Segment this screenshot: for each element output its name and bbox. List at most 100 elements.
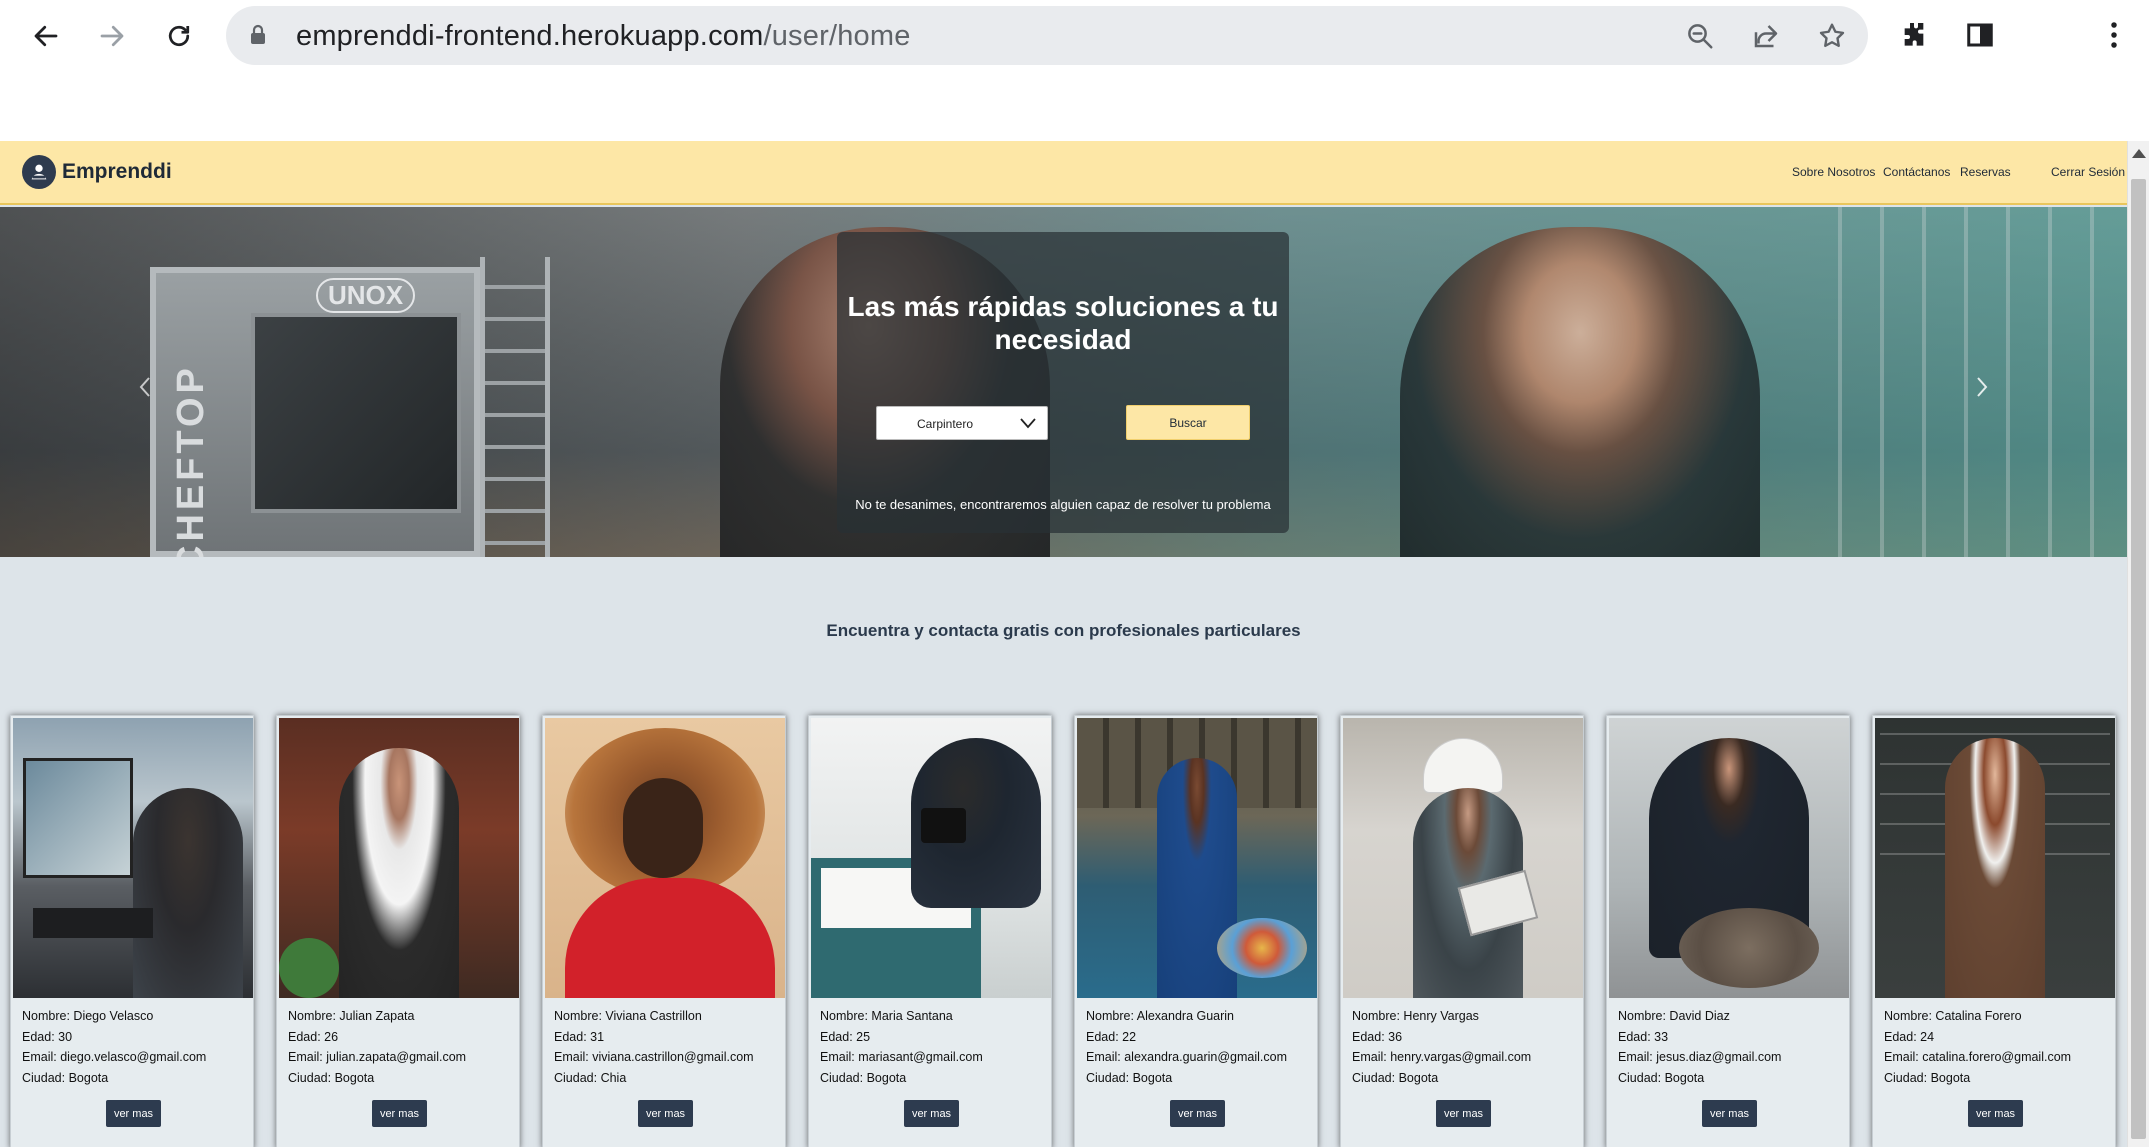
profile-name: Alexandra Guarin bbox=[1136, 1009, 1235, 1023]
city-label: Ciudad: bbox=[820, 1070, 864, 1085]
name-label: Nombre: bbox=[22, 1009, 70, 1023]
profile-card: Nombre: Julian Zapata Edad: 26 Email: ju… bbox=[276, 715, 520, 1147]
zoom-icon[interactable] bbox=[1682, 18, 1718, 54]
profile-name: Catalina Forero bbox=[1935, 1009, 2022, 1023]
browser-menu-icon[interactable] bbox=[2094, 15, 2134, 55]
name-label: Nombre: bbox=[1086, 1009, 1134, 1023]
profile-age: 36 bbox=[1388, 1029, 1403, 1044]
search-button[interactable]: Buscar bbox=[1126, 405, 1250, 440]
profile-age: 22 bbox=[1122, 1029, 1137, 1044]
profile-card: Nombre: Henry Vargas Edad: 36 Email: hen… bbox=[1340, 715, 1584, 1147]
section-heading: Encuentra y contacta gratis con profesio… bbox=[826, 621, 1301, 640]
hero-subtitle: No te desanimes, encontraremos alguien c… bbox=[855, 497, 1271, 512]
oven-brand: UNOX bbox=[316, 278, 416, 313]
profile-card: Nombre: David Diaz Edad: 33 Email: jesus… bbox=[1606, 715, 1850, 1147]
city-label: Ciudad: bbox=[288, 1070, 332, 1085]
hero-image-chef-woman bbox=[1400, 227, 1760, 557]
profile-city: Bogota bbox=[68, 1070, 109, 1085]
profile-city: Bogota bbox=[866, 1070, 907, 1085]
email-label: Email: bbox=[1618, 1050, 1653, 1064]
profile-card: Nombre: Viviana Castrillon Edad: 31 Emai… bbox=[542, 715, 786, 1147]
view-more-button[interactable]: ver mas bbox=[372, 1100, 427, 1127]
profile-photo bbox=[811, 718, 1051, 998]
name-label: Nombre: bbox=[554, 1009, 602, 1023]
profile-email: alexandra.guarin@gmail.com bbox=[1124, 1050, 1287, 1064]
name-label: Nombre: bbox=[1884, 1009, 1932, 1023]
chevron-down-icon bbox=[1019, 416, 1037, 435]
view-more-button[interactable]: ver mas bbox=[1436, 1100, 1491, 1127]
email-label: Email: bbox=[1884, 1050, 1919, 1064]
profile-name: Viviana Castrillon bbox=[605, 1009, 702, 1023]
age-label: Edad: bbox=[1086, 1029, 1119, 1044]
url-host: emprenddi-frontend.herokuapp.com bbox=[296, 20, 764, 52]
profile-info: Nombre: Alexandra Guarin Edad: 22 Email:… bbox=[1086, 1006, 1314, 1088]
name-label: Nombre: bbox=[1352, 1009, 1400, 1023]
oven-window bbox=[251, 313, 461, 513]
carousel-prev-button[interactable] bbox=[130, 372, 160, 402]
forward-button[interactable] bbox=[90, 14, 134, 58]
profile-name: David Diaz bbox=[1669, 1009, 1730, 1023]
brand-logo-icon bbox=[22, 155, 56, 189]
url-path: /user/home bbox=[763, 20, 911, 52]
age-label: Edad: bbox=[1618, 1029, 1651, 1044]
bookmark-star-icon[interactable] bbox=[1814, 18, 1850, 54]
profile-city: Bogota bbox=[1132, 1070, 1173, 1085]
profile-photo bbox=[1609, 718, 1849, 998]
scroll-thumb[interactable] bbox=[2131, 179, 2146, 1139]
profile-photo bbox=[1077, 718, 1317, 998]
url-text: emprenddi-frontend.herokuapp.com/user/ho… bbox=[296, 20, 911, 53]
view-more-button[interactable]: ver mas bbox=[638, 1100, 693, 1127]
profession-select[interactable]: Carpintero bbox=[876, 406, 1048, 440]
view-more-button[interactable]: ver mas bbox=[1170, 1100, 1225, 1127]
brand[interactable]: Emprenddi bbox=[22, 155, 172, 189]
share-icon[interactable] bbox=[1748, 18, 1784, 54]
hero-carousel: UNOX CHEFTOP Las más rápidas soluciones … bbox=[0, 207, 2127, 557]
age-label: Edad: bbox=[1352, 1029, 1385, 1044]
profile-email: viviana.castrillon@gmail.com bbox=[592, 1050, 754, 1064]
browser-chrome: emprenddi-frontend.herokuapp.com/user/ho… bbox=[0, 0, 2149, 141]
profile-info: Nombre: Diego Velasco Edad: 30 Email: di… bbox=[22, 1006, 250, 1088]
nav-link-logout[interactable]: Cerrar Sesión bbox=[2051, 165, 2125, 179]
address-bar[interactable]: emprenddi-frontend.herokuapp.com/user/ho… bbox=[226, 6, 1868, 65]
lock-icon[interactable] bbox=[248, 23, 268, 52]
city-label: Ciudad: bbox=[1352, 1070, 1396, 1085]
hero-title: Las más rápidas soluciones a tu necesida… bbox=[847, 291, 1279, 355]
email-label: Email: bbox=[554, 1050, 589, 1064]
profile-name: Maria Santana bbox=[871, 1009, 953, 1023]
profile-card-list: Nombre: Diego Velasco Edad: 30 Email: di… bbox=[10, 715, 2120, 1147]
age-label: Edad: bbox=[820, 1029, 853, 1044]
side-panel-icon[interactable] bbox=[1960, 15, 2000, 55]
profile-age: 25 bbox=[856, 1029, 871, 1044]
carousel-next-button[interactable] bbox=[1967, 372, 1997, 402]
age-label: Edad: bbox=[22, 1029, 55, 1044]
profile-photo bbox=[279, 718, 519, 998]
extensions-puzzle-icon[interactable] bbox=[1894, 15, 1934, 55]
view-more-button[interactable]: ver mas bbox=[106, 1100, 161, 1127]
city-label: Ciudad: bbox=[1618, 1070, 1662, 1085]
profile-photo bbox=[545, 718, 785, 998]
scroll-up-arrow-icon[interactable] bbox=[2132, 149, 2146, 158]
profile-email: mariasant@gmail.com bbox=[858, 1050, 983, 1064]
profile-photo bbox=[1343, 718, 1583, 998]
brand-name: Emprenddi bbox=[62, 160, 172, 183]
nav-link-about[interactable]: Sobre Nosotros bbox=[1792, 165, 1875, 179]
city-label: Ciudad: bbox=[554, 1070, 598, 1085]
page-scrollbar[interactable] bbox=[2127, 141, 2149, 1147]
profile-info: Nombre: Julian Zapata Edad: 26 Email: ju… bbox=[288, 1006, 516, 1088]
nav-link-bookings[interactable]: Reservas bbox=[1960, 165, 2011, 179]
profile-email: jesus.diaz@gmail.com bbox=[1656, 1050, 1782, 1064]
view-more-button[interactable]: ver mas bbox=[904, 1100, 959, 1127]
name-label: Nombre: bbox=[1618, 1009, 1666, 1023]
back-button[interactable] bbox=[24, 14, 68, 58]
profile-info: Nombre: Viviana Castrillon Edad: 31 Emai… bbox=[554, 1006, 782, 1088]
profile-age: 24 bbox=[1920, 1029, 1935, 1044]
view-more-button[interactable]: ver mas bbox=[1968, 1100, 2023, 1127]
city-label: Ciudad: bbox=[1884, 1070, 1928, 1085]
profile-email: julian.zapata@gmail.com bbox=[326, 1050, 467, 1064]
nav-link-contact[interactable]: Contáctanos bbox=[1883, 165, 1950, 179]
email-label: Email: bbox=[22, 1050, 57, 1064]
view-more-button[interactable]: ver mas bbox=[1702, 1100, 1757, 1127]
forward-arrow-icon bbox=[100, 25, 124, 47]
reload-button[interactable] bbox=[157, 14, 201, 58]
age-label: Edad: bbox=[288, 1029, 321, 1044]
